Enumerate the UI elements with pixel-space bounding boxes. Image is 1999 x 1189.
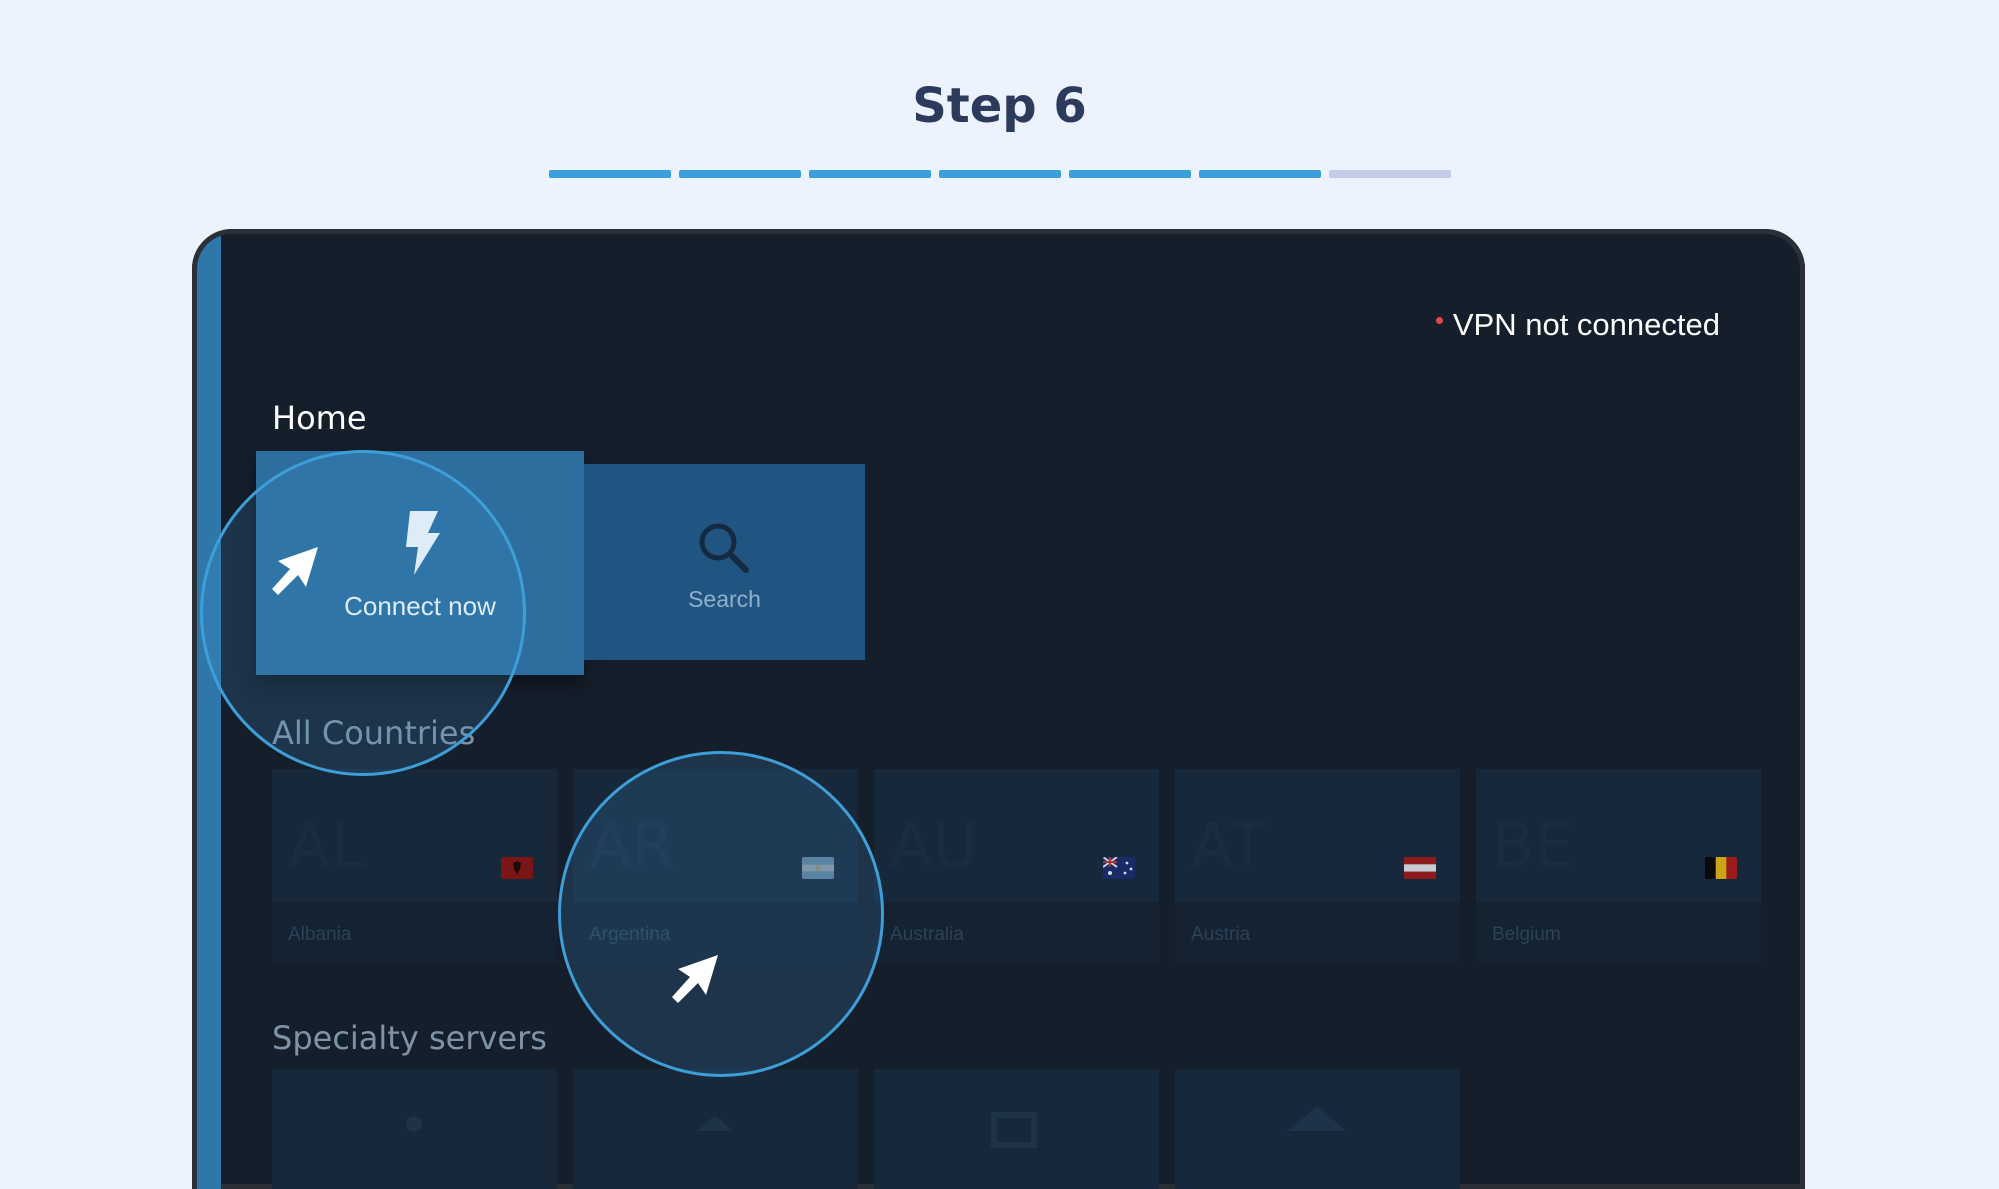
specialty-tile[interactable] xyxy=(272,1069,557,1189)
country-name: Australia xyxy=(890,924,964,945)
country-code: AT xyxy=(1191,809,1267,882)
australia-flag-icon xyxy=(1103,857,1135,879)
country-name: Belgium xyxy=(1492,924,1561,945)
highlight-ring-argentina xyxy=(558,751,884,1077)
specialty-icon xyxy=(991,1112,1037,1148)
country-code: BE xyxy=(1492,809,1574,882)
step-title: Step 6 xyxy=(912,78,1087,134)
search-button[interactable]: Search xyxy=(584,464,865,660)
status-dot-icon xyxy=(1435,317,1443,325)
specialty-icon xyxy=(406,1116,422,1132)
progress-segment xyxy=(1069,170,1191,178)
specialty-icon xyxy=(697,1115,733,1131)
country-tile-australia[interactable]: AU Australia xyxy=(874,769,1159,964)
search-label: Search xyxy=(688,586,761,612)
specialty-tile[interactable] xyxy=(1175,1069,1460,1189)
austria-flag-icon xyxy=(1404,857,1436,879)
progress-segment xyxy=(679,170,801,178)
specialty-servers-title: Specialty servers xyxy=(272,1019,547,1057)
albania-flag-icon xyxy=(501,857,533,879)
progress-segment xyxy=(1329,170,1451,178)
progress-segment xyxy=(549,170,671,178)
country-name: Albania xyxy=(288,924,352,945)
country-name: Austria xyxy=(1191,924,1251,945)
progress-segment xyxy=(809,170,931,178)
progress-segment xyxy=(1199,170,1321,178)
country-tile-belgium[interactable]: BE Belgium xyxy=(1476,769,1761,964)
country-tile-austria[interactable]: AT Austria xyxy=(1175,769,1460,964)
progress-segment xyxy=(939,170,1061,178)
country-tile-albania[interactable]: AL Albania xyxy=(272,769,557,964)
specialty-tile[interactable] xyxy=(573,1069,858,1189)
specialty-icon xyxy=(1287,1107,1347,1131)
cursor-arrow-icon xyxy=(672,955,718,1003)
magnifier-icon xyxy=(699,523,749,573)
cursor-arrow-icon xyxy=(272,547,318,595)
country-code: AL xyxy=(288,809,365,882)
step-progress-bar xyxy=(549,170,1451,178)
belgium-flag-icon xyxy=(1705,857,1737,879)
specialty-tile[interactable] xyxy=(874,1069,1159,1189)
highlight-ring-connect xyxy=(200,450,526,776)
vpn-status: VPN not connected xyxy=(1435,307,1720,343)
side-navigation-rail[interactable] xyxy=(197,234,221,1189)
country-code: AU xyxy=(890,809,978,882)
home-section-title: Home xyxy=(272,399,367,437)
vpn-status-text: VPN not connected xyxy=(1452,307,1720,342)
